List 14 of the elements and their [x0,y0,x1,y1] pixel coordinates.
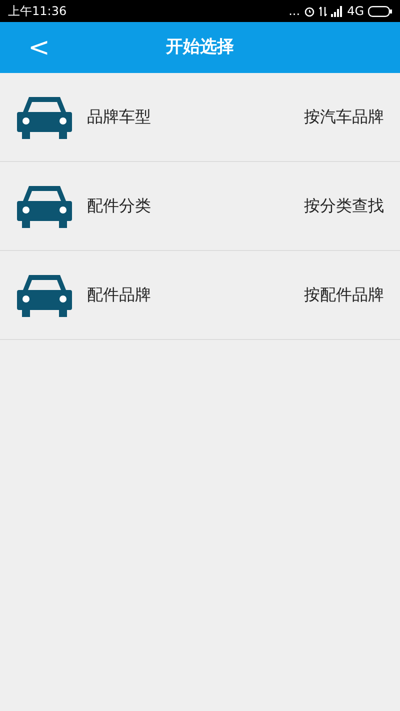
network-type: 4G [347,3,364,20]
list-item[interactable]: 配件分类 按分类查找 [0,162,400,251]
notification-dots: ... [288,3,300,20]
page-title: 开始选择 [166,36,234,59]
car-icon [17,94,72,140]
car-icon [17,272,72,318]
alarm-icon [304,6,316,16]
list-item[interactable]: 配件品牌 按配件品牌 [0,251,400,340]
data-transfer-icon [319,6,328,16]
signal-icon [331,6,344,16]
list-item[interactable]: 品牌车型 按汽车品牌 [0,73,400,162]
battery-icon [368,6,392,16]
car-icon [17,183,72,229]
status-time: 上午11:36 [8,3,67,20]
